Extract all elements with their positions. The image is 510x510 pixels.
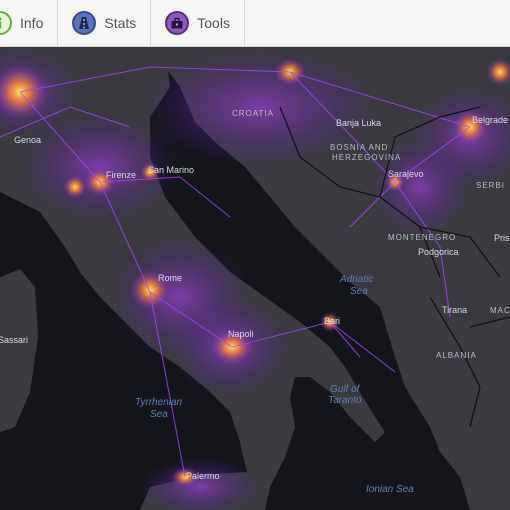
sea-label-tyrrhenian-2: Sea xyxy=(150,409,168,420)
tab-info-label: Info xyxy=(20,15,44,31)
city-label-pristina: Pris xyxy=(494,233,510,243)
city-label-sanmarino: San Marino xyxy=(148,165,194,175)
region-label-bosnia-1: BOSNIA AND xyxy=(330,143,388,152)
city-label-genoa: Genoa xyxy=(14,135,41,145)
sea-label-adriatic-1: Adriatic xyxy=(339,274,373,285)
city-label-rome: Rome xyxy=(158,273,182,283)
city-label-palermo: Palermo xyxy=(186,471,220,481)
toolbox-icon xyxy=(165,11,190,35)
city-label-bari: Bari xyxy=(324,316,340,326)
region-label-serbia: SERBI xyxy=(476,181,505,190)
region-label-bosnia-2: HERZEGOVINA xyxy=(332,153,401,162)
city-label-sassari: Sassari xyxy=(0,335,28,345)
region-label-albania: ALBANIA xyxy=(436,351,477,360)
road-icon xyxy=(72,11,97,35)
city-label-belgrade: Belgrade xyxy=(472,115,508,125)
city-label-tirana: Tirana xyxy=(442,305,467,315)
tab-info[interactable]: Info xyxy=(0,0,59,46)
land-sardinia xyxy=(0,269,38,432)
sea-label-tyrrhenian-1: Tyrrhenian xyxy=(135,397,182,408)
info-icon xyxy=(0,11,12,35)
sea-label-taranto-2: Taranto xyxy=(328,395,362,406)
region-label-macedonia: MAC xyxy=(490,306,510,315)
sea-label-ionian: Ionian Sea xyxy=(366,484,414,495)
city-label-florence: Firenze xyxy=(106,170,136,180)
region-label-montenegro: MONTENEGRO xyxy=(388,233,456,242)
city-label-banjaluka: Banja Luka xyxy=(336,118,381,128)
tab-tools[interactable]: Tools xyxy=(151,0,245,46)
city-label-podgorica: Podgorica xyxy=(418,247,459,257)
map-canvas[interactable]: Genoa Firenze San Marino Rome Sassari Pa… xyxy=(0,47,510,510)
city-label-napoli: Napoli xyxy=(228,329,254,339)
sea-label-adriatic-2: Sea xyxy=(350,286,368,297)
city-label-sarajevo: Sarajevo xyxy=(388,169,424,179)
tab-tools-label: Tools xyxy=(197,15,230,31)
tab-stats[interactable]: Stats xyxy=(58,0,152,46)
map-view[interactable]: Genoa Firenze San Marino Rome Sassari Pa… xyxy=(0,47,510,510)
sea-label-taranto-1: Gulf of xyxy=(330,384,361,395)
tab-stats-label: Stats xyxy=(104,15,137,31)
region-label-croatia: CROATIA xyxy=(232,109,274,118)
toolbar: Info Stats Tools xyxy=(0,0,510,47)
